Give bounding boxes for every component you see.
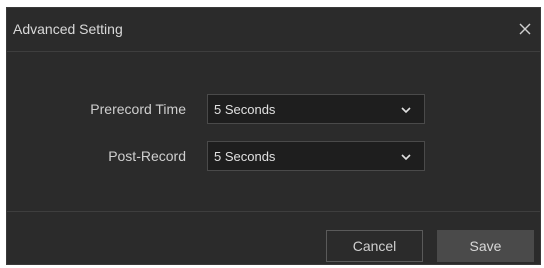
post-record-select[interactable]: 5 Seconds [207, 141, 425, 171]
post-record-row: Post-Record 5 Seconds [7, 141, 540, 171]
close-button[interactable] [516, 20, 534, 38]
post-record-value: 5 Seconds [214, 149, 276, 164]
dialog-footer: Cancel Save [7, 212, 540, 266]
dialog-title: Advanced Setting [13, 21, 123, 37]
prerecord-time-row: Prerecord Time 5 Seconds [7, 94, 540, 124]
close-icon [519, 23, 531, 35]
advanced-setting-dialog: Advanced Setting Prerecord Time 5 Second… [6, 7, 541, 265]
prerecord-time-value: 5 Seconds [214, 102, 276, 117]
chevron-down-icon [401, 107, 411, 114]
post-record-label: Post-Record [108, 148, 186, 164]
save-button[interactable]: Save [437, 230, 534, 262]
prerecord-time-label: Prerecord Time [90, 101, 186, 117]
chevron-down-icon [401, 154, 411, 161]
prerecord-time-select[interactable]: 5 Seconds [207, 94, 425, 124]
dialog-body: Prerecord Time 5 Seconds Post-Record 5 S… [7, 52, 540, 212]
dialog-header: Advanced Setting [7, 8, 540, 52]
cancel-button[interactable]: Cancel [326, 230, 423, 262]
